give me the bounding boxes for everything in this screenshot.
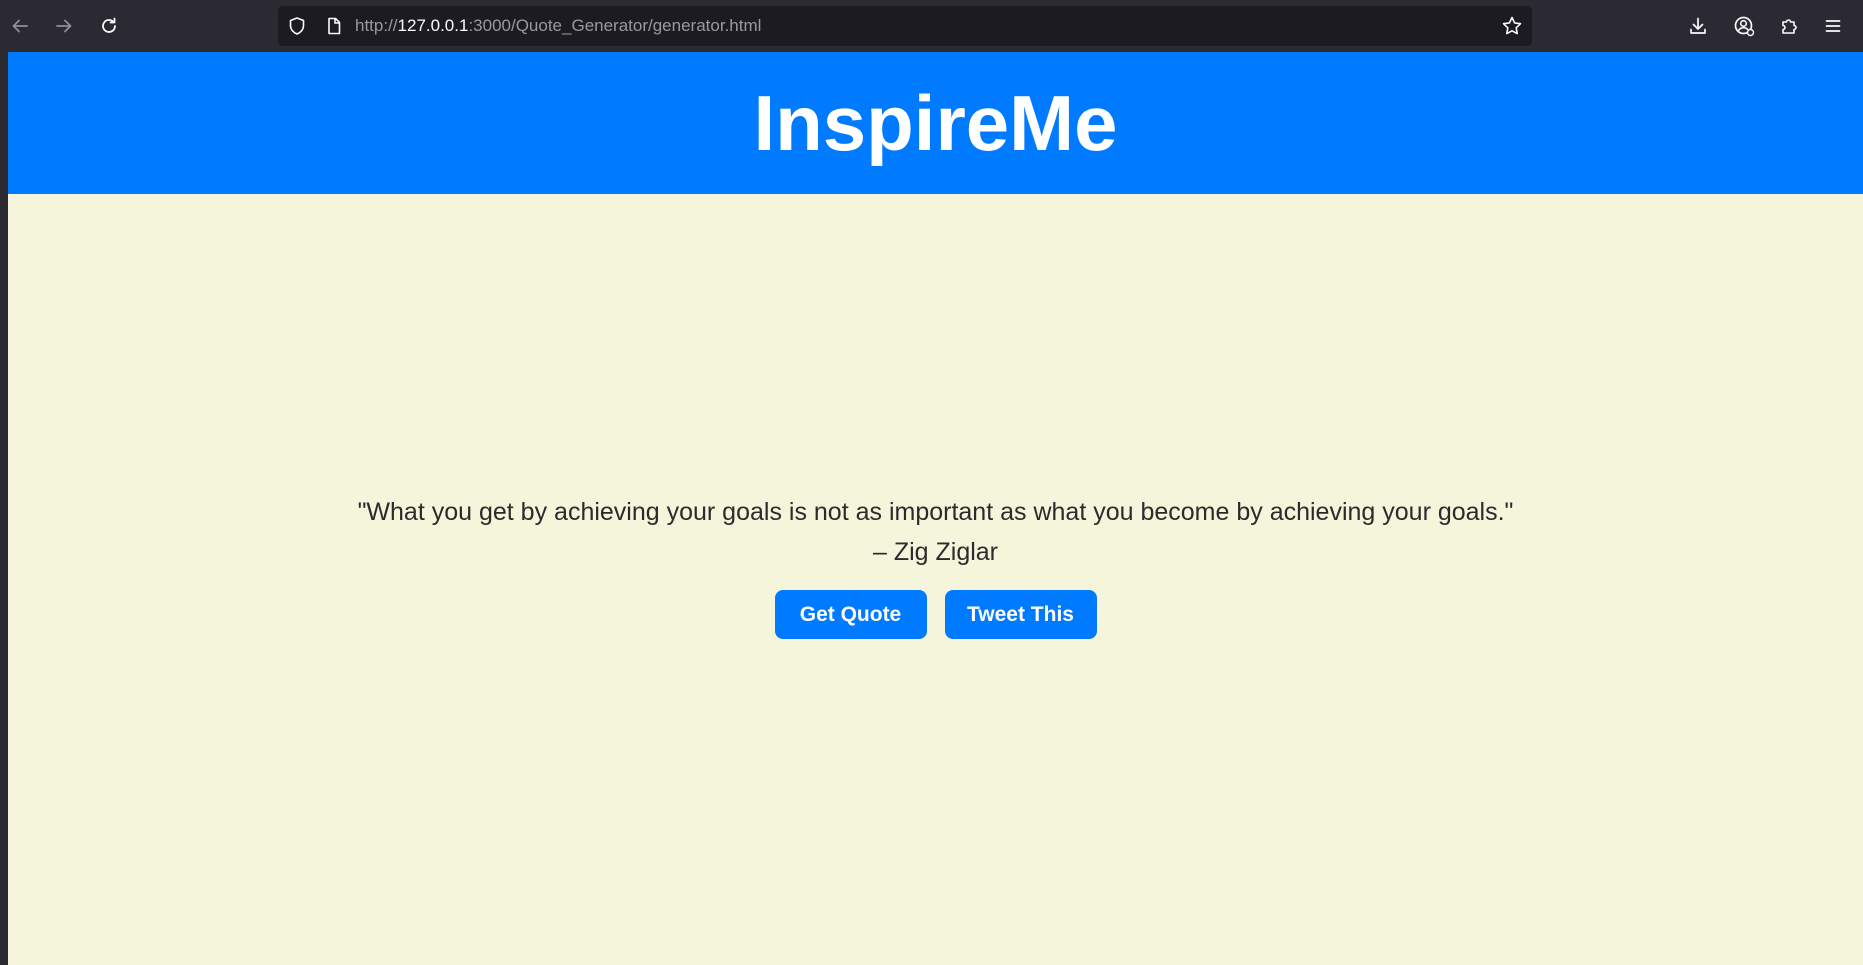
address-bar[interactable]: http://127.0.0.1:3000/Quote_Generator/ge…: [278, 6, 1532, 46]
back-button[interactable]: [4, 10, 36, 42]
hamburger-icon: [1823, 16, 1843, 36]
extensions-button[interactable]: [1773, 10, 1805, 42]
menu-button[interactable]: [1817, 10, 1849, 42]
arrow-left-icon: [10, 16, 30, 36]
forward-button[interactable]: [48, 10, 80, 42]
tweet-button[interactable]: Tweet This: [944, 590, 1097, 639]
url-host: 127.0.0.1: [397, 16, 469, 35]
reload-button[interactable]: [93, 10, 125, 42]
download-icon: [1688, 16, 1708, 36]
quote-container: "What you get by achieving your goals is…: [8, 492, 1863, 572]
url-scheme: http://: [355, 16, 398, 35]
arrow-right-icon: [54, 16, 74, 36]
page-header: InspireMe: [8, 52, 1863, 194]
page-title: InspireMe: [753, 79, 1118, 167]
shield-icon[interactable]: [287, 16, 307, 41]
page-viewport: InspireMe "What you get by achieving you…: [8, 52, 1863, 965]
page-icon[interactable]: [324, 16, 344, 41]
downloads-button[interactable]: [1682, 10, 1714, 42]
account-button[interactable]: [1728, 10, 1760, 42]
button-row: Get Quote Tweet This: [8, 590, 1863, 639]
account-icon: [1733, 15, 1755, 37]
url-path: :3000/Quote_Generator/generator.html: [468, 16, 762, 35]
quote-text: "What you get by achieving your goals is…: [357, 498, 1514, 526]
quote-author: – Zig Ziglar: [872, 538, 999, 566]
puzzle-icon: [1779, 16, 1799, 36]
browser-toolbar: http://127.0.0.1:3000/Quote_Generator/ge…: [0, 0, 1863, 52]
star-icon[interactable]: [1501, 15, 1523, 42]
get-quote-button[interactable]: Get Quote: [774, 590, 927, 639]
reload-icon: [99, 16, 119, 36]
url-text[interactable]: http://127.0.0.1:3000/Quote_Generator/ge…: [355, 6, 761, 46]
